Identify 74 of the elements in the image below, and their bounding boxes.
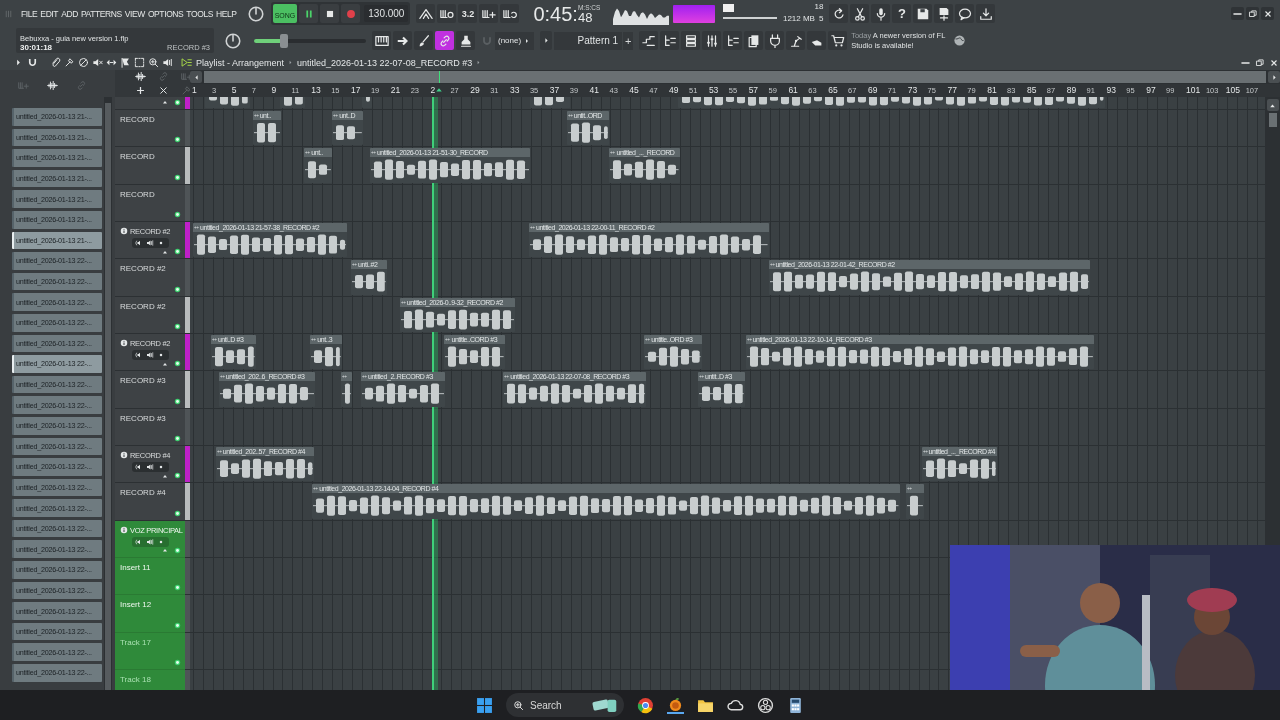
track-name: RECORD #2 — [120, 301, 166, 311]
bar-number: 105 — [1225, 85, 1240, 95]
menu-item[interactable]: EDIT — [40, 8, 59, 19]
track-name: RECORD #3 — [120, 413, 166, 423]
track-name: Insert 11 — [120, 562, 151, 572]
bar-number: 1 — [192, 85, 197, 95]
track-header[interactable]: Track 17 — [115, 632, 185, 670]
add-pattern-button[interactable]: + — [623, 31, 634, 50]
track-header[interactable]: RECORD — [115, 109, 185, 148]
bar-number: 97 — [1146, 85, 1156, 95]
bar-number: 77 — [947, 85, 957, 95]
bar-number: 17 — [351, 85, 361, 95]
cpu-value: 18 — [814, 1, 824, 13]
bar-number: 33 — [510, 85, 520, 95]
track-header[interactable]: RECORD — [115, 147, 185, 185]
bar-number: 2 — [430, 85, 436, 95]
bar-number: 65 — [828, 85, 838, 95]
bar-number: 13 — [311, 85, 321, 95]
menu-item[interactable]: OPTIONS — [147, 8, 184, 19]
menu-item[interactable]: ADD — [61, 8, 78, 19]
bar-number: 41 — [589, 85, 600, 95]
menu-item[interactable]: VIEW — [124, 8, 145, 19]
bar-number: 81 — [987, 85, 997, 95]
bar-number: 9 — [271, 85, 277, 95]
track-header[interactable]: Insert 12 — [115, 595, 185, 633]
bar-number: 45 — [629, 85, 639, 95]
track-name: RECORD #2 — [120, 264, 166, 274]
bar-number: 57 — [748, 85, 759, 95]
tempo-display[interactable]: 130.000 — [364, 5, 409, 22]
track-name: RECORD #3 — [120, 376, 166, 386]
bar-number: 49 — [669, 85, 679, 95]
pattern-selector[interactable]: Pattern 1 — [554, 31, 623, 50]
bar-number: 85 — [1026, 85, 1037, 95]
track-name: RECORD #4 — [120, 488, 166, 498]
track-name: Track 18 — [120, 674, 151, 684]
track-name: RECORD — [120, 114, 155, 124]
track-header[interactable]: Insert 11 — [115, 557, 185, 596]
time-display: 0:45: — [533, 2, 578, 25]
track-name: RECORD — [120, 189, 155, 199]
bar-number: 5 — [231, 85, 237, 95]
menu-item[interactable]: HELP — [216, 8, 237, 19]
track-header[interactable]: RECORD #4 — [115, 483, 185, 521]
track-name: Insert 12 — [120, 600, 152, 610]
bar-number: 93 — [1106, 85, 1116, 95]
memory-value: 1212 MB — [782, 13, 815, 25]
help-button[interactable]: ? — [892, 4, 912, 23]
track-name: RECORD — [120, 152, 155, 162]
current-clip-name: untitled_2026-01-13 22-07-08_RECORD #3 — [297, 57, 473, 68]
bar-number: 89 — [1066, 85, 1077, 95]
bar-number: 69 — [867, 85, 878, 95]
menu-item[interactable]: FILE — [21, 8, 38, 19]
track-header[interactable]: RECORD — [115, 184, 185, 222]
bar-number: 53 — [708, 85, 719, 95]
bar-number: 101 — [1186, 85, 1201, 95]
polyphony-value: 5 — [818, 13, 824, 25]
bar-number: 37 — [549, 85, 560, 95]
window-title: Playlist - Arrangement — [196, 57, 285, 68]
snap-dropdown[interactable]: (none) — [495, 31, 535, 50]
song-time: 30:01:18 — [20, 43, 54, 52]
menu-item[interactable]: TOOLS — [186, 8, 214, 19]
track-header[interactable]: RECORD #2 — [115, 259, 185, 297]
search-field[interactable]: Search — [506, 693, 624, 717]
track-name: Track 17 — [120, 637, 151, 647]
bar-number: 21 — [390, 85, 401, 95]
menu-item[interactable]: PATTERNS — [80, 8, 122, 19]
countdown-button[interactable]: 3.2 — [458, 4, 478, 23]
time-centiseconds: 48 — [577, 10, 593, 25]
track-header[interactable]: RECORD #3 — [115, 408, 185, 446]
bar-number: 29 — [470, 85, 480, 95]
bar-number: 73 — [907, 85, 918, 95]
track-header[interactable]: RECORD #2 — [115, 296, 185, 334]
track-header[interactable]: RECORD #3 — [115, 371, 185, 409]
bar-number: 61 — [788, 85, 798, 95]
track-header[interactable]: Track 18 — [115, 669, 185, 690]
